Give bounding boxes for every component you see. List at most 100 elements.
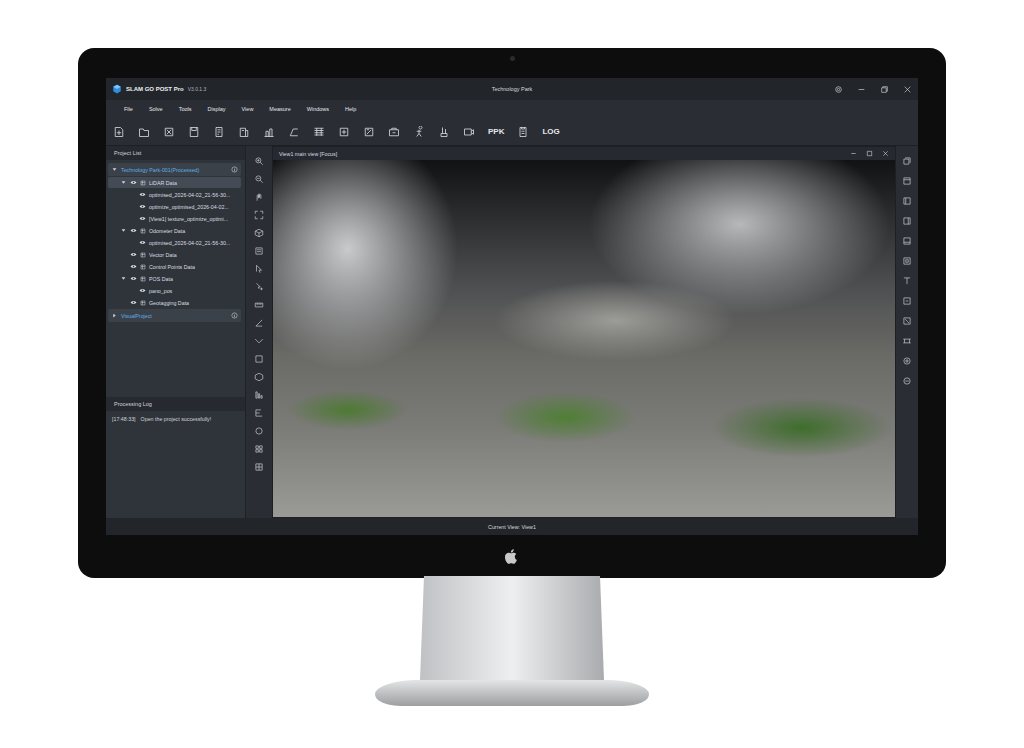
toolbar-text-button[interactable]: PPK	[488, 127, 504, 136]
toolbar-tool-icon[interactable]	[363, 126, 375, 138]
toolbar-tool-icon[interactable]	[263, 126, 275, 138]
expand-arrow-icon[interactable]	[121, 228, 126, 233]
menu-item[interactable]: Solve	[141, 106, 171, 112]
visibility-eye-icon[interactable]	[139, 216, 146, 221]
view-close-icon[interactable]	[882, 150, 889, 157]
tree-item[interactable]: Vector Data	[108, 249, 241, 260]
menu-item[interactable]: Windows	[299, 106, 337, 112]
view-tool-icon[interactable]	[254, 264, 264, 274]
view-tool-icon[interactable]	[254, 210, 264, 220]
visibility-eye-icon[interactable]	[130, 228, 137, 233]
view-tool-icon[interactable]	[254, 282, 264, 292]
view-tool-icon[interactable]	[254, 408, 264, 418]
toolbar-tool-icon[interactable]	[188, 126, 200, 138]
right-tool-icon[interactable]	[902, 316, 912, 326]
view-tool-icon[interactable]	[254, 192, 264, 202]
tree-item-label: Control Points Data	[149, 264, 238, 270]
right-tool-icon[interactable]	[902, 216, 912, 226]
right-tool-icon[interactable]	[902, 356, 912, 366]
tree-item[interactable]: VisualProject	[108, 309, 241, 322]
data-type-icon	[140, 228, 146, 234]
toolbar-text-button[interactable]: LOG	[542, 127, 559, 136]
menu-item[interactable]: Help	[337, 106, 364, 112]
tree-item[interactable]: Geotagging Data	[108, 297, 241, 308]
close-icon[interactable]	[903, 85, 912, 94]
view-tool-icon[interactable]	[254, 390, 264, 400]
data-type-icon	[140, 264, 146, 270]
minimize-icon[interactable]	[857, 85, 866, 94]
settings-icon[interactable]	[834, 85, 843, 94]
toolbar-tool-icon[interactable]	[463, 126, 475, 138]
view-tool-icon[interactable]	[254, 354, 264, 364]
menu-item[interactable]: Tools	[171, 106, 200, 112]
right-tool-icon[interactable]	[902, 196, 912, 206]
toolbar-tool-icon[interactable]	[163, 126, 175, 138]
restore-icon[interactable]	[880, 85, 889, 94]
tree-item[interactable]: Odometer Data	[108, 225, 241, 236]
visibility-eye-icon[interactable]	[139, 288, 146, 293]
visibility-eye-icon[interactable]	[139, 240, 146, 245]
toolbar-tool-icon[interactable]	[413, 126, 425, 138]
visibility-eye-icon[interactable]	[130, 300, 137, 305]
view-tool-icon[interactable]	[254, 318, 264, 328]
view-tool-icon[interactable]	[254, 156, 264, 166]
menu-item[interactable]: File	[116, 106, 141, 112]
right-tool-icon[interactable]	[902, 236, 912, 246]
toolbar-tool-icon[interactable]	[438, 126, 450, 138]
visibility-eye-icon[interactable]	[130, 276, 137, 281]
visibility-eye-icon[interactable]	[139, 204, 146, 209]
right-tool-icon[interactable]	[902, 156, 912, 166]
tree-item[interactable]: POS Data	[108, 273, 241, 284]
tree-item[interactable]: optimised_2026-04-02_21-56-30...	[108, 189, 241, 200]
toolbar-tool-icon[interactable]	[388, 126, 400, 138]
toolbar-tool-icon[interactable]	[517, 126, 529, 138]
tree-item[interactable]: optimize_optimised_2026-04-02...	[108, 201, 241, 212]
right-tool-icon[interactable]	[902, 376, 912, 386]
right-tool-icon[interactable]	[902, 276, 912, 286]
view-tool-icon[interactable]	[254, 372, 264, 382]
right-tool-icon[interactable]	[902, 256, 912, 266]
view-tool-icon[interactable]	[254, 336, 264, 346]
view-tool-icon[interactable]	[254, 300, 264, 310]
right-tool-icon[interactable]	[902, 176, 912, 186]
expand-arrow-icon[interactable]	[121, 276, 126, 281]
view-tool-icon[interactable]	[254, 462, 264, 472]
view-maximize-icon[interactable]	[866, 150, 873, 157]
view-tool-icon[interactable]	[254, 174, 264, 184]
menu-item[interactable]: Measure	[261, 106, 298, 112]
visibility-eye-icon[interactable]	[130, 180, 137, 185]
toolbar-tool-icon[interactable]	[138, 126, 150, 138]
menu-item[interactable]: View	[234, 106, 262, 112]
app-logo-icon	[112, 84, 122, 94]
view-tool-icon[interactable]	[254, 444, 264, 454]
tree-item[interactable]: Technology Park-001(Processed)	[108, 163, 241, 176]
tree-item[interactable]: Control Points Data	[108, 261, 241, 272]
right-tool-icon[interactable]	[902, 336, 912, 346]
expand-arrow-icon[interactable]	[121, 180, 126, 185]
toolbar-tool-icon[interactable]	[288, 126, 300, 138]
tree-item[interactable]: LiDAR Data	[108, 177, 241, 188]
view-tool-icon[interactable]	[254, 228, 264, 238]
expand-arrow-icon[interactable]	[112, 313, 117, 318]
info-icon[interactable]	[231, 312, 238, 319]
view-tool-icon[interactable]	[254, 426, 264, 436]
right-tool-icon[interactable]	[902, 296, 912, 306]
toolbar-tool-icon[interactable]	[313, 126, 325, 138]
visibility-eye-icon[interactable]	[139, 192, 146, 197]
expand-arrow-icon[interactable]	[112, 167, 117, 172]
tree-item[interactable]: [View1] texture_optimize_optimi...	[108, 213, 241, 224]
tree-item[interactable]: pano_pos	[108, 285, 241, 296]
view-tool-icon[interactable]	[254, 246, 264, 256]
toolbar-tool-icon[interactable]	[213, 126, 225, 138]
visibility-eye-icon[interactable]	[130, 252, 137, 257]
point-cloud-view[interactable]	[273, 160, 895, 517]
visibility-eye-icon[interactable]	[130, 264, 137, 269]
view-minimize-icon[interactable]	[850, 150, 857, 157]
info-icon[interactable]	[231, 166, 238, 173]
toolbar-tool-icon[interactable]	[238, 126, 250, 138]
data-type-icon	[140, 252, 146, 258]
toolbar-tool-icon[interactable]	[113, 126, 125, 138]
toolbar-tool-icon[interactable]	[338, 126, 350, 138]
tree-item[interactable]: optimised_2026-04-02_21-56-30...	[108, 237, 241, 248]
menu-item[interactable]: Display	[199, 106, 233, 112]
